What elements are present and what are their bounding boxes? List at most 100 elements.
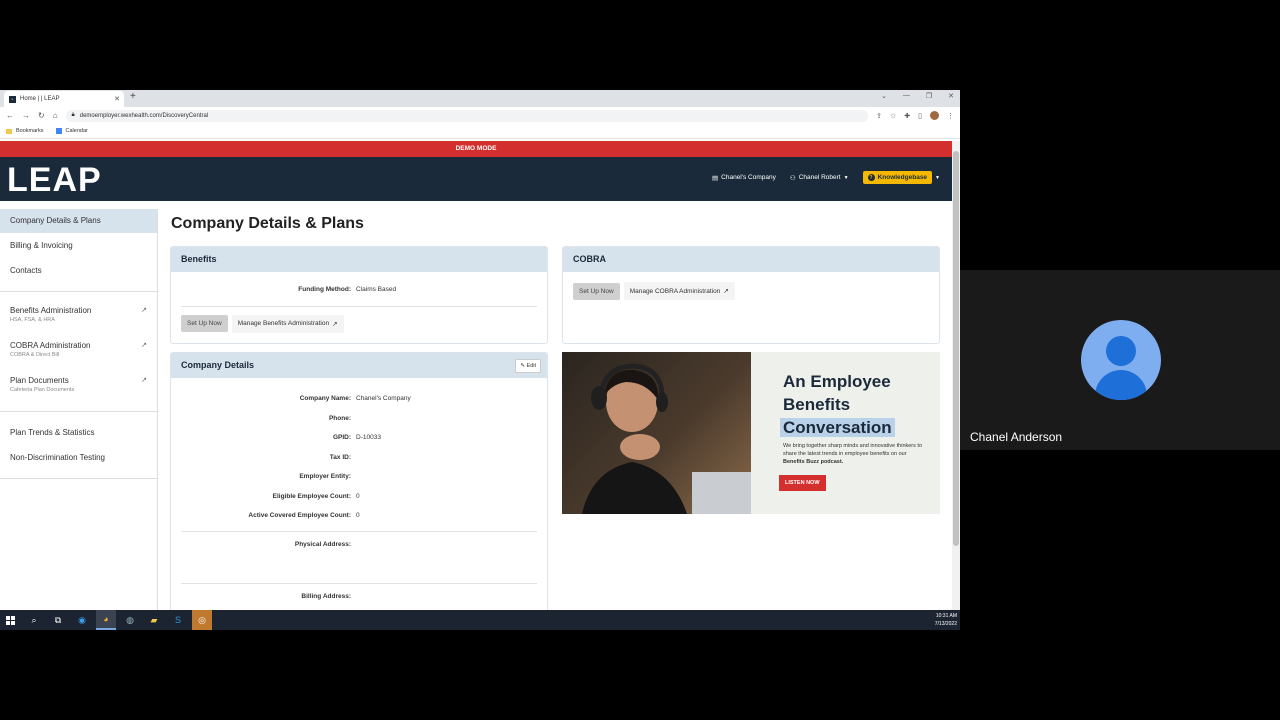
profile-avatar[interactable]	[930, 111, 939, 120]
field-label: Company Name:	[299, 395, 351, 403]
company-selector[interactable]: ▤ Chanel's Company	[712, 174, 776, 182]
podcast-promo-banner[interactable]: An Employee Benefits Conversation We bri…	[562, 352, 940, 514]
back-icon[interactable]: ←	[6, 111, 14, 120]
clock-time: 10:31 AM	[935, 613, 957, 619]
edge-icon[interactable]: ◉	[72, 610, 92, 630]
star-icon[interactable]: ☆	[890, 112, 896, 120]
sidebar-item-label: Plan Trends & Statistics	[10, 428, 95, 437]
scrollbar-thumb[interactable]	[953, 151, 959, 546]
app-header: LEAP ▤ Chanel's Company ⚇ Chanel Robert …	[0, 157, 952, 201]
chrome-icon[interactable]: ◕	[96, 610, 116, 630]
home-icon[interactable]: ⌂	[53, 111, 58, 120]
page-scrollbar[interactable]	[952, 141, 960, 610]
sidebar-item-sublabel: HSA, FSA, & HRA	[10, 317, 55, 323]
extensions-icon[interactable]: ✚	[904, 112, 910, 120]
tab-search-icon[interactable]: ⌄	[881, 92, 887, 100]
browser-window: L Home | | LEAP ✕ + ⌄ — ❐ ✕ ← → ↻ ⌂ 🔒︎ d…	[0, 90, 960, 610]
url-text: demoemployer.wexhealth.com/DiscoveryCent…	[79, 112, 209, 119]
app-icon[interactable]: ◍	[120, 610, 140, 630]
listen-now-button[interactable]: LISTEN NOW	[779, 475, 826, 491]
screen: L Home | | LEAP ✕ + ⌄ — ❐ ✕ ← → ↻ ⌂ 🔒︎ d…	[0, 0, 1280, 720]
reload-icon[interactable]: ↻	[38, 111, 45, 120]
sidebar-item-non-discrimination[interactable]: Non-Discrimination Testing	[0, 448, 157, 478]
sidebar-item-label: Billing & Invoicing	[10, 241, 73, 250]
sidebar-item-benefits-admin[interactable]: Benefits Administration HSA, FSA, & HRA …	[0, 292, 157, 327]
page-title: Company Details & Plans	[171, 215, 364, 232]
divider	[181, 583, 537, 584]
field-value: D-10033	[356, 434, 381, 442]
leap-favicon-icon: L	[9, 95, 16, 103]
company-details-header: Company Details ✎ Edit	[171, 353, 547, 378]
sidebar-item-label: Plan Documents	[10, 376, 69, 385]
cobra-setup-button[interactable]: Set Up Now	[573, 282, 620, 300]
tab-bar: L Home | | LEAP ✕ + ⌄ — ❐ ✕	[0, 90, 960, 107]
minimize-icon[interactable]: —	[903, 92, 910, 100]
benefits-card: Benefits Funding Method: Claims Based Se…	[170, 246, 548, 344]
benefits-actions: Set Up Now Manage Benefits Administratio…	[171, 314, 547, 333]
participant-tile: Chanel Anderson	[960, 270, 1280, 450]
promo-headline-line: Conversation	[780, 416, 895, 439]
restore-icon[interactable]: ❐	[926, 92, 932, 100]
sidebar-item-label: COBRA Administration	[10, 341, 91, 350]
app-icon-2[interactable]: ◎	[192, 610, 212, 630]
bookmark-calendar[interactable]: Calendar	[55, 128, 88, 134]
new-tab-icon[interactable]: +	[130, 91, 136, 102]
active-covered-count-row: Active Covered Employee Count: 0	[171, 506, 547, 526]
gpid-row: GPID: D-10033	[171, 428, 547, 448]
sidebar-item-billing[interactable]: Billing & Invoicing	[0, 233, 157, 258]
file-explorer-icon[interactable]: ▰	[144, 610, 164, 630]
external-link-icon: ↗	[141, 377, 147, 384]
field-label: Funding Method:	[298, 286, 351, 294]
sidebar-item-label: Non-Discrimination Testing	[10, 453, 105, 462]
field-value: 0	[356, 512, 360, 520]
user-name: Chanel Robert	[798, 174, 841, 181]
button-label: Manage Benefits Administration	[237, 320, 330, 327]
user-menu[interactable]: ⚇ Chanel Robert ▼	[790, 174, 849, 182]
system-clock[interactable]: 10:31 AM 7/13/2022	[935, 612, 957, 628]
search-icon[interactable]: ⌕	[24, 610, 44, 630]
skype-icon[interactable]: S	[168, 610, 188, 630]
field-label: Employer Entity:	[299, 473, 351, 481]
sidebar-item-plan-trends[interactable]: Plan Trends & Statistics	[0, 412, 157, 448]
sidebar-item-contacts[interactable]: Contacts	[0, 258, 157, 291]
sidepanel-icon[interactable]: ▯	[918, 112, 922, 120]
manage-cobra-button[interactable]: Manage COBRA Administration ↗	[623, 282, 735, 300]
promo-description: We bring together sharp minds and innova…	[783, 442, 923, 466]
button-label: Manage COBRA Administration	[629, 287, 721, 295]
field-label: Active Covered Employee Count:	[248, 512, 351, 520]
sidebar-item-label: Benefits Administration	[10, 306, 92, 315]
promo-podcast-name: Benefits Buzz podcast.	[783, 459, 844, 465]
close-tab-icon[interactable]: ✕	[114, 95, 120, 103]
leap-logo[interactable]: LEAP	[7, 161, 102, 200]
knowledgebase-button[interactable]: ? Knowledgebase	[862, 171, 933, 184]
bookmark-bookmarks[interactable]: Bookmarks	[6, 128, 44, 134]
windows-start-icon[interactable]	[0, 610, 20, 630]
toolbar-icons: ⇪ ☆ ✚ ▯ ⋮	[876, 111, 954, 120]
menu-icon[interactable]: ⋮	[947, 112, 954, 120]
avatar-head	[1106, 336, 1136, 366]
sidebar-item-company-details[interactable]: Company Details & Plans	[0, 209, 157, 233]
chevron-down-icon[interactable]: ▼	[935, 175, 940, 181]
clock-date: 7/13/2022	[934, 621, 957, 627]
benefits-setup-button[interactable]: Set Up Now	[181, 315, 228, 332]
manage-benefits-button[interactable]: Manage Benefits Administration ↗	[231, 314, 344, 333]
field-label: Billing Address:	[301, 593, 351, 601]
divider	[181, 305, 537, 307]
field-label: Phone:	[328, 414, 351, 422]
field-value: 0	[356, 492, 360, 500]
sidebar-item-cobra-admin[interactable]: COBRA Administration COBRA & Direct Bill…	[0, 327, 157, 362]
tab-title: Home | | LEAP	[20, 96, 60, 102]
share-icon[interactable]: ⇪	[876, 112, 882, 120]
field-label: Tax ID:	[329, 453, 351, 461]
url-field[interactable]: 🔒︎ demoemployer.wexhealth.com/DiscoveryC…	[65, 109, 869, 122]
forward-icon[interactable]: →	[22, 111, 30, 120]
sidebar-item-plan-documents[interactable]: Plan Documents Cafeteria Plan Documents …	[0, 362, 157, 411]
promo-highlighted-text: Conversation	[780, 418, 895, 437]
field-label: Physical Address:	[294, 540, 351, 548]
close-window-icon[interactable]: ✕	[948, 92, 954, 100]
edit-button[interactable]: ✎ Edit	[515, 359, 541, 373]
external-link-icon: ↗	[723, 288, 729, 295]
browser-tab[interactable]: L Home | | LEAP ✕	[4, 91, 124, 107]
task-view-icon[interactable]: ⧉	[48, 610, 68, 630]
window-controls: ⌄ — ❐ ✕	[881, 92, 954, 100]
